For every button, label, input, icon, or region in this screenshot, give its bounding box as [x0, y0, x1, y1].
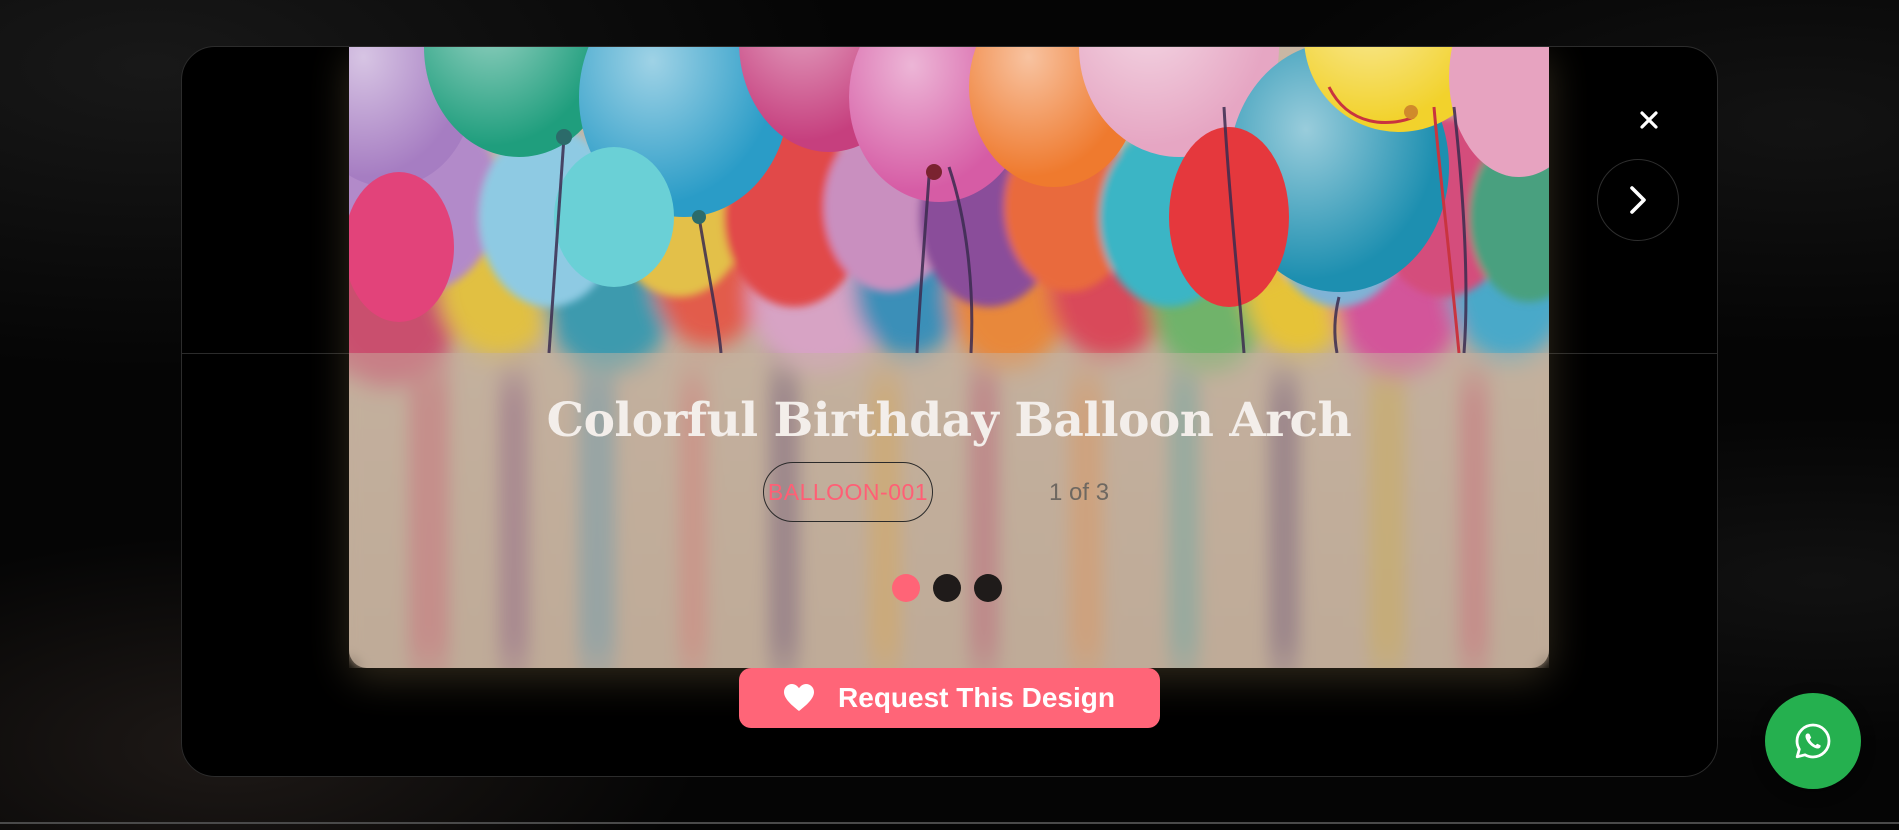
bottom-edge-bar [0, 822, 1899, 824]
whatsapp-chat-button[interactable] [1765, 693, 1861, 789]
slide-dots [892, 574, 1002, 602]
design-code-badge: BALLOON-001 [763, 462, 933, 522]
whatsapp-icon [1795, 723, 1831, 759]
heart-icon [784, 684, 815, 711]
chevron-right-icon [1630, 186, 1646, 214]
close-button[interactable] [1629, 100, 1669, 140]
design-lightbox-modal: Colorful Birthday Balloon Arch BALLOON-0… [181, 46, 1718, 777]
slide-dot-2[interactable] [933, 574, 961, 602]
slide-dot-1[interactable] [892, 574, 920, 602]
slide-counter: 1 of 3 [1049, 479, 1110, 506]
request-design-label: Request This Design [838, 682, 1115, 713]
close-icon [1640, 111, 1658, 129]
slide-dot-3[interactable] [974, 574, 1002, 602]
design-info-panel: Colorful Birthday Balloon Arch BALLOON-0… [349, 353, 1549, 668]
request-design-button[interactable]: Request This Design [739, 668, 1160, 728]
design-image-frame: Colorful Birthday Balloon Arch BALLOON-0… [349, 47, 1549, 668]
design-title: Colorful Birthday Balloon Arch [546, 393, 1352, 448]
next-slide-button[interactable] [1597, 159, 1679, 241]
